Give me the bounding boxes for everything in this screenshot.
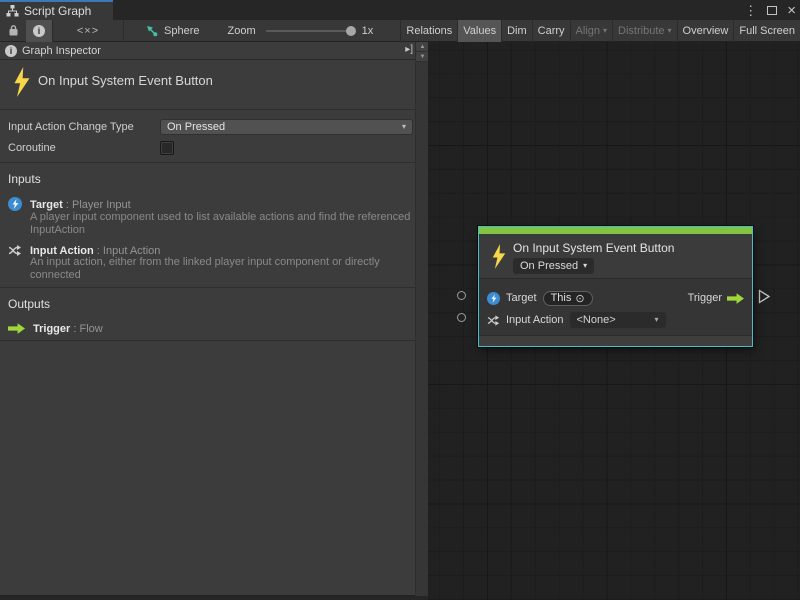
script-graph-asset-icon: [146, 25, 158, 37]
chevron-down-icon: ▾: [668, 27, 672, 35]
chevron-down-icon: ▾: [402, 123, 406, 131]
event-bolt-icon: [12, 67, 32, 97]
code-icon: <×>: [77, 25, 99, 37]
trigger-arrow-icon: [727, 292, 744, 305]
event-title: On Input System Event Button: [38, 73, 213, 88]
graph-hierarchy-icon: [6, 5, 19, 17]
toolbar-separator: [123, 20, 124, 42]
coroutine-label: Coroutine: [8, 142, 56, 154]
separator: [0, 162, 415, 163]
full-screen-button[interactable]: Full Screen: [733, 20, 800, 42]
align-dropdown-button[interactable]: Align ▾: [570, 20, 612, 42]
tab-title: Script Graph: [24, 4, 91, 18]
graph-reference[interactable]: Sphere: [146, 25, 199, 37]
tab-script-graph[interactable]: Script Graph: [0, 0, 113, 20]
dock-panel-icon[interactable]: ▸]: [405, 44, 413, 55]
dim-button[interactable]: Dim: [501, 20, 532, 42]
change-type-label: Input Action Change Type: [8, 121, 134, 133]
panel-title: Graph Inspector: [22, 45, 101, 57]
zoom-slider-handle[interactable]: [346, 26, 356, 36]
inspector-scrollbar[interactable]: ▲ ▼: [415, 42, 428, 596]
player-input-icon: [487, 292, 500, 305]
player-input-icon: [8, 197, 22, 211]
change-type-dropdown[interactable]: On Pressed ▾: [160, 119, 413, 135]
node-input-port-target[interactable]: [457, 291, 466, 300]
carry-button[interactable]: Carry: [532, 20, 570, 42]
inspector-toggle-button[interactable]: i: [26, 20, 52, 42]
lock-icon: [8, 24, 19, 37]
window-close-icon[interactable]: ×: [787, 3, 796, 18]
node-title: On Input System Event Button: [513, 241, 674, 255]
lock-button[interactable]: [0, 20, 26, 42]
separator: [0, 340, 415, 341]
object-picker-icon: ⊙: [575, 292, 584, 305]
event-bolt-icon: [491, 244, 507, 269]
overview-button[interactable]: Overview: [677, 20, 734, 42]
window-maximize-icon[interactable]: [767, 6, 777, 15]
node-row-input-action: Input Action <None> ▾: [487, 309, 744, 331]
code-view-button[interactable]: <×>: [53, 20, 123, 42]
outputs-heading: Outputs: [8, 297, 50, 311]
input-action-dropdown[interactable]: <None> ▾: [570, 312, 666, 328]
info-icon: i: [33, 25, 45, 37]
zoom-control: Zoom 1x: [227, 25, 373, 37]
node-row-target: Target This ⊙ Trigger: [487, 287, 744, 309]
target-port-label: Target: [506, 292, 537, 304]
coroutine-checkbox[interactable]: [160, 141, 174, 155]
toolbar-mode-buttons: Relations Values Dim Carry Align ▾ Distr…: [400, 20, 800, 42]
event-node[interactable]: On Input System Event Button On Pressed …: [478, 226, 753, 347]
node-footer: [479, 335, 752, 346]
node-input-port-input-action[interactable]: [457, 313, 466, 322]
zoom-slider[interactable]: [266, 30, 354, 32]
trigger-output: Trigger: [688, 292, 744, 305]
graph-inspector-header: i Graph Inspector ▸]: [0, 42, 415, 60]
relations-button[interactable]: Relations: [400, 20, 457, 42]
graph-inspector-panel: i Graph Inspector ▸] On Input System Eve…: [0, 42, 428, 596]
graph-name-label: Sphere: [164, 25, 199, 37]
node-mode-dropdown[interactable]: On Pressed ▾: [513, 258, 594, 274]
node-output-flow-port[interactable]: [758, 289, 771, 304]
event-header: On Input System Event Button: [0, 60, 415, 110]
input-action-icon: [8, 244, 22, 257]
port-description: An input action, either from the linked …: [30, 256, 412, 281]
chevron-down-icon: ▾: [583, 262, 587, 270]
separator: [0, 287, 415, 288]
node-header: On Input System Event Button On Pressed …: [479, 234, 752, 278]
chevron-down-icon: ▾: [603, 27, 607, 35]
window-controls: ⋮ ×: [744, 0, 796, 20]
values-button[interactable]: Values: [457, 20, 501, 42]
input-action-port-label: Input Action: [506, 314, 564, 326]
script-graph-window: Script Graph ⋮ × i <×>: [0, 0, 800, 600]
target-object-picker[interactable]: This ⊙: [543, 291, 593, 306]
info-icon: i: [5, 45, 17, 57]
trigger-port-label: Trigger: [688, 292, 722, 304]
zoom-value: 1x: [362, 25, 374, 37]
titlebar: Script Graph ⋮ ×: [0, 0, 800, 20]
window-menu-icon[interactable]: ⋮: [744, 4, 757, 17]
distribute-dropdown-button[interactable]: Distribute ▾: [612, 20, 676, 42]
node-body: Target This ⊙ Trigger: [479, 279, 752, 335]
output-port-trigger: Trigger : Flow: [8, 319, 103, 337]
zoom-label: Zoom: [227, 25, 255, 37]
input-action-icon: [487, 314, 500, 327]
node-color-bar: [479, 227, 752, 234]
chevron-down-icon: ▾: [654, 316, 658, 324]
graph-toolbar: i <×> Sphere Zoom 1x Relations: [0, 20, 800, 42]
inputs-heading: Inputs: [8, 172, 41, 186]
graph-canvas[interactable]: On Input System Event Button On Pressed …: [428, 42, 800, 600]
port-description: A player input component used to list av…: [30, 211, 412, 236]
trigger-arrow-icon: [8, 322, 25, 335]
